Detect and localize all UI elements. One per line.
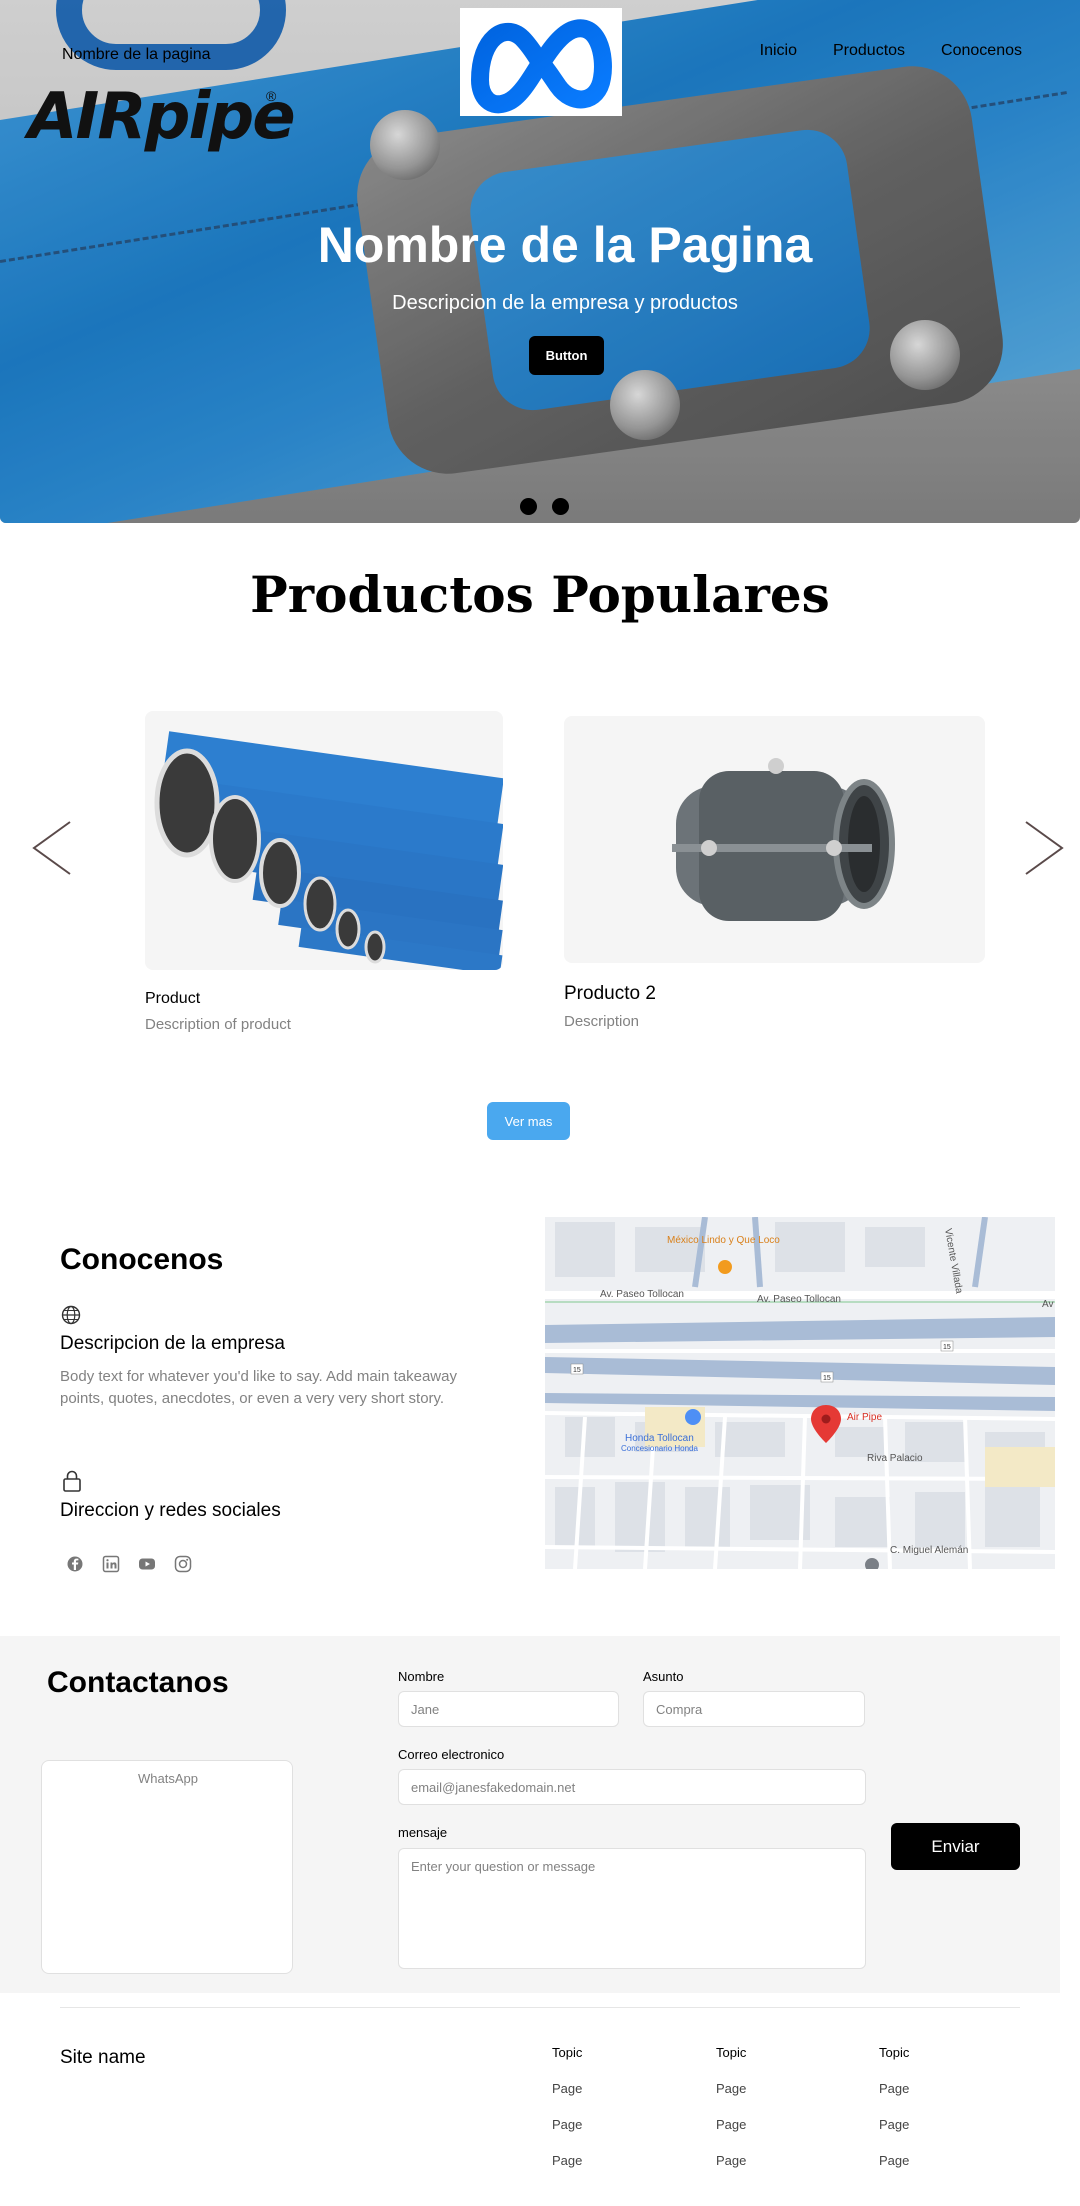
nav-conocenos[interactable]: Conocenos [941, 42, 1022, 60]
product-image-clamp [564, 716, 985, 963]
footer-link[interactable]: Page [552, 2153, 582, 2168]
product-card[interactable]: Product Description of product [145, 711, 503, 1033]
instagram-icon[interactable] [174, 1555, 192, 1573]
message-field[interactable]: Enter your question or message [398, 1848, 866, 1969]
nav-inicio[interactable]: Inicio [760, 42, 797, 60]
map-label-street: Av. Paseo Tollocan [600, 1289, 684, 1300]
product-name: Producto 2 [564, 983, 656, 1004]
map-label-dealer: Honda Tollocan [625, 1433, 694, 1444]
footer-link[interactable]: Page [879, 2153, 909, 2168]
map-label-dealer-sub: Concesionario Honda [621, 1444, 698, 1453]
map-label-street: C. Miguel Alemán [890, 1545, 968, 1556]
map-road-sign: 15 [943, 1344, 951, 1351]
map-label-street: Av [1042, 1299, 1054, 1310]
carousel-dot-2[interactable] [552, 498, 569, 515]
carousel-prev-icon[interactable] [32, 820, 72, 876]
product-card[interactable]: Producto 2 Description [564, 716, 985, 1030]
lock-icon [63, 1470, 81, 1492]
hero-carousel: AIRpipe ® Nombre de la pagina Inicio Pro… [0, 0, 1080, 523]
map-road-sign: 15 [823, 1375, 831, 1382]
hero-subtitle: Descripcion de la empresa y productos [392, 292, 738, 314]
footer-link[interactable]: Page [552, 2117, 582, 2132]
top-nav: Inicio Productos Conocenos [760, 42, 1022, 60]
footer-link[interactable]: Page [716, 2117, 746, 2132]
footer-topic: Topic [716, 2045, 747, 2060]
ver-mas-button[interactable]: Ver mas [487, 1102, 570, 1140]
carousel-next-icon[interactable] [1024, 820, 1064, 876]
globe-icon [61, 1305, 81, 1325]
hero-button[interactable]: Button [529, 336, 604, 375]
map-label-street: Riva Palacio [867, 1453, 923, 1464]
email-label: Correo electronico [398, 1747, 505, 1762]
whatsapp-label: WhatsApp [138, 1771, 198, 1786]
nav-productos[interactable]: Productos [833, 42, 905, 60]
send-button[interactable]: Enviar [891, 1823, 1020, 1870]
hero-title: Nombre de la Pagina [317, 217, 813, 273]
location-map[interactable]: México Lindo y Que Loco Av. Paseo Tolloc… [545, 1217, 1055, 1569]
page: AIRpipe ® Nombre de la pagina Inicio Pro… [0, 0, 1080, 2206]
footer-divider [60, 2007, 1020, 2008]
name-field[interactable]: Jane [398, 1691, 619, 1727]
carousel-dot-1[interactable] [520, 498, 537, 515]
map-label-pin: Air Pipe [847, 1412, 882, 1423]
map-label-street: Av. Paseo Tollocan [757, 1294, 841, 1305]
footer-link[interactable]: Page [716, 2081, 746, 2096]
product-description: Description of product [145, 1016, 291, 1033]
subject-label: Asunto [643, 1669, 684, 1684]
footer-topic: Topic [879, 2045, 910, 2060]
subject-field[interactable]: Compra [643, 1691, 865, 1727]
footer-site-name: Site name [60, 2047, 146, 2068]
site-name[interactable]: Nombre de la pagina [62, 46, 211, 64]
products-title: Productos Populares [250, 565, 830, 624]
map-road-sign: 15 [573, 1367, 581, 1374]
airpipe-logo: AIRpipe ® [16, 0, 296, 165]
linkedin-icon[interactable] [102, 1555, 120, 1573]
meta-logo-icon [460, 8, 622, 116]
email-field[interactable]: email@janesfakedomain.net [398, 1769, 866, 1805]
youtube-icon[interactable] [138, 1555, 156, 1573]
map-label-restaurant: México Lindo y Que Loco [667, 1235, 780, 1246]
footer-link[interactable]: Page [879, 2081, 909, 2096]
about-body-text: Body text for whatever you'd like to say… [60, 1368, 457, 1407]
product-description: Description [564, 1013, 640, 1030]
message-label: mensaje [398, 1825, 448, 1840]
footer-topic: Topic [552, 2045, 583, 2060]
footer-link[interactable]: Page [879, 2117, 909, 2132]
footer-link[interactable]: Page [716, 2153, 746, 2168]
contact-title: Contactanos [47, 1666, 229, 1699]
whatsapp-widget[interactable]: WhatsApp [41, 1760, 293, 1974]
name-label: Nombre [398, 1669, 445, 1684]
address-social-heading: Direccion y redes sociales [60, 1500, 281, 1521]
about-description-heading: Descripcion de la empresa [60, 1333, 285, 1354]
product-name: Product [145, 990, 201, 1007]
facebook-icon[interactable] [66, 1555, 84, 1573]
product-image-pipes [145, 711, 503, 970]
footer-link[interactable]: Page [552, 2081, 582, 2096]
about-title: Conocenos [60, 1243, 224, 1276]
